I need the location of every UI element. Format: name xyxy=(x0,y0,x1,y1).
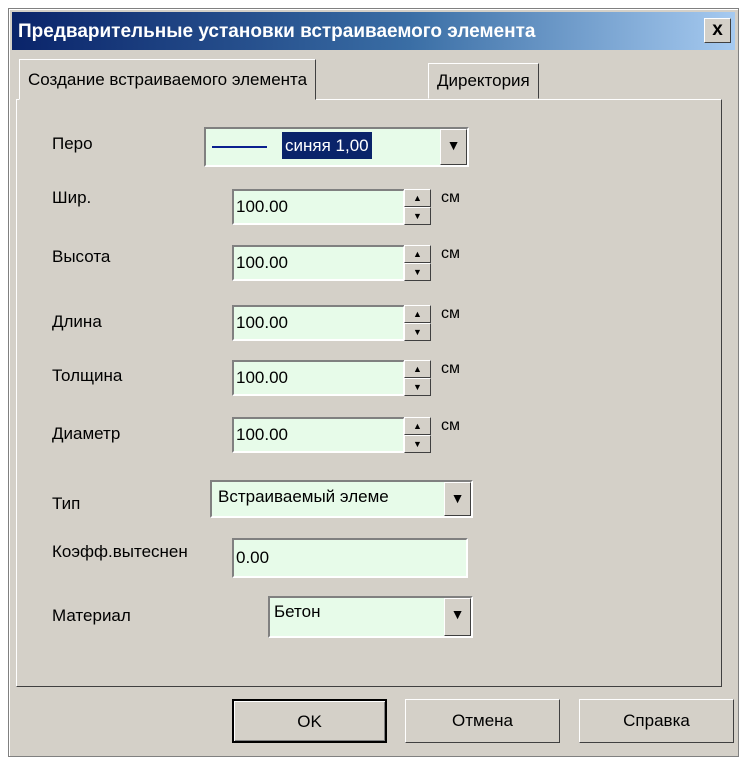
material-label: Материал xyxy=(52,606,131,625)
help-button[interactable]: Справка xyxy=(579,699,734,743)
material-dropdown-arrow[interactable]: ▼ xyxy=(444,598,471,636)
pen-line-sample xyxy=(212,146,267,148)
type-label: Тип xyxy=(52,494,81,513)
spin-up-icon[interactable]: ▲ xyxy=(404,189,431,207)
width-spinner[interactable]: ▲ ▼ xyxy=(404,189,431,225)
type-dropdown-arrow[interactable]: ▼ xyxy=(444,482,471,516)
thickness-spinner[interactable]: ▲ ▼ xyxy=(404,360,431,396)
title-bar[interactable]: Предварительные установки встраиваемого … xyxy=(12,12,735,50)
dialog-title: Предварительные установки встраиваемого … xyxy=(18,21,536,42)
thickness-input[interactable]: 100.00 xyxy=(232,360,405,396)
coef-label: Коэфф.вытеснен xyxy=(52,542,188,561)
spin-down-icon[interactable]: ▼ xyxy=(404,378,431,396)
material-value: Бетон xyxy=(274,602,321,621)
length-label: Длина xyxy=(52,312,102,331)
height-unit: см xyxy=(441,245,460,262)
spin-down-icon[interactable]: ▼ xyxy=(404,435,431,453)
spin-down-icon[interactable]: ▼ xyxy=(404,263,431,281)
tab-create-element[interactable]: Создание встраиваемого элемента xyxy=(19,59,317,100)
width-unit: см xyxy=(441,189,460,206)
spin-down-icon[interactable]: ▼ xyxy=(404,323,431,341)
height-spinner[interactable]: ▲ ▼ xyxy=(404,245,431,281)
close-button[interactable]: x xyxy=(704,18,731,43)
tab-directory[interactable]: Директория xyxy=(428,63,539,99)
diameter-input[interactable]: 100.00 xyxy=(232,417,405,453)
spin-up-icon[interactable]: ▲ xyxy=(404,245,431,263)
spin-up-icon[interactable]: ▲ xyxy=(404,305,431,323)
height-input[interactable]: 100.00 xyxy=(232,245,405,281)
cancel-button[interactable]: Отмена xyxy=(405,699,560,743)
height-label: Высота xyxy=(52,247,111,266)
coef-input[interactable]: 0.00 xyxy=(232,538,468,578)
thickness-label: Толщина xyxy=(52,366,123,385)
width-input[interactable]: 100.00 xyxy=(232,189,405,225)
length-input[interactable]: 100.00 xyxy=(232,305,405,341)
diameter-label: Диаметр xyxy=(52,424,121,443)
pen-value: синяя 1,00 xyxy=(282,132,372,159)
type-value: Встраиваемый элеме xyxy=(218,487,389,506)
spin-up-icon[interactable]: ▲ xyxy=(404,417,431,435)
thickness-unit: см xyxy=(441,360,460,377)
pen-label: Перо xyxy=(52,134,93,153)
pen-select[interactable]: синяя 1,00 ▼ xyxy=(204,127,469,167)
spin-down-icon[interactable]: ▼ xyxy=(404,207,431,225)
material-select[interactable]: Бетон ▼ xyxy=(268,596,473,638)
spin-up-icon[interactable]: ▲ xyxy=(404,360,431,378)
diameter-spinner[interactable]: ▲ ▼ xyxy=(404,417,431,453)
type-select[interactable]: Встраиваемый элеме ▼ xyxy=(210,480,473,518)
width-label: Шир. xyxy=(52,188,92,207)
diameter-unit: см xyxy=(441,417,460,434)
pen-dropdown-arrow[interactable]: ▼ xyxy=(440,129,467,165)
length-unit: см xyxy=(441,305,460,322)
length-spinner[interactable]: ▲ ▼ xyxy=(404,305,431,341)
ok-button[interactable]: OK xyxy=(232,699,387,743)
